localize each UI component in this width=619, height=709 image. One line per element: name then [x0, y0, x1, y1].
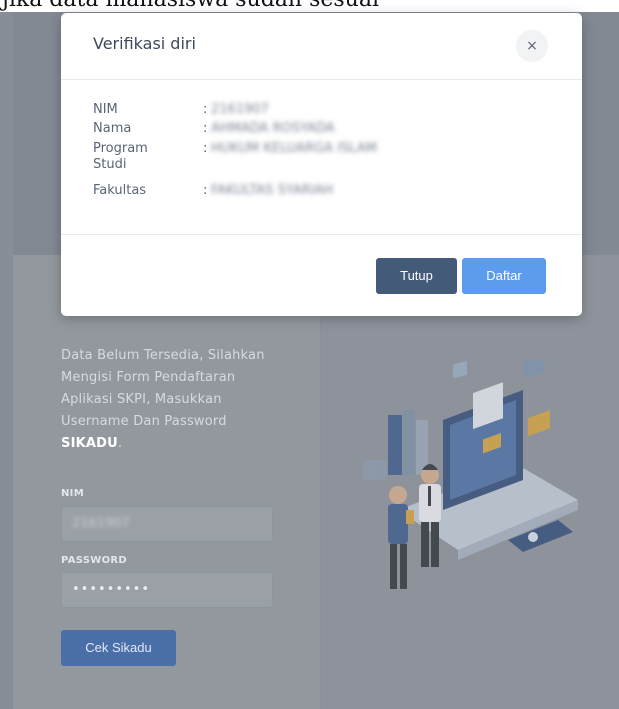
caption-fragment: jika data mahasiswa sudah sesuai [2, 0, 379, 12]
cek-sikadu-button[interactable]: Cek Sikadu [61, 630, 176, 666]
info-text-end: . [117, 436, 123, 451]
nim-label: NIM [61, 488, 84, 499]
detail-label: Program Studi [93, 141, 148, 172]
screen: jika data mahasiswa sudah sesuai Data Be… [0, 0, 619, 709]
info-text-emphasis: SIKADU [61, 436, 118, 451]
caption-strip: jika data mahasiswa sudah sesuai [0, 0, 619, 12]
detail-label: Nama [93, 121, 132, 136]
modal-header: Verifikasi diri × [61, 13, 582, 80]
login-info-text: Data Belum Tersedia, Silahkan Mengisi Fo… [61, 345, 286, 455]
password-label: PASSWORD [61, 555, 128, 566]
password-input-value: ••••••••• [72, 582, 151, 597]
detail-separator: : [203, 102, 208, 117]
detail-value: FAKULTAS SYARIAH [211, 183, 334, 198]
modal-footer-divider [61, 234, 582, 235]
detail-value: AHMADA ROSYADA [211, 121, 335, 136]
detail-separator: : [203, 121, 208, 136]
detail-label: Fakultas [93, 183, 147, 198]
nim-input-value: 2161907 [72, 516, 130, 531]
detail-label: NIM [93, 102, 118, 117]
tutup-button[interactable]: Tutup [376, 258, 457, 294]
verification-modal: Verifikasi diri × NIM : 2161907 Nama : A… [61, 13, 582, 316]
detail-value: HUKUM KELUARGA ISLAM [211, 141, 377, 156]
daftar-button[interactable]: Daftar [462, 258, 546, 294]
business-handshake-illustration [363, 360, 578, 589]
modal-title: Verifikasi diri [93, 34, 196, 53]
detail-separator: : [203, 183, 208, 198]
detail-value: 2161907 [211, 102, 269, 117]
nim-input[interactable]: 2161907 [61, 506, 273, 542]
password-input[interactable]: ••••••••• [61, 572, 273, 608]
close-icon[interactable]: × [516, 30, 548, 62]
detail-separator: : [203, 141, 208, 156]
info-text-main: Data Belum Tersedia, Silahkan Mengisi Fo… [61, 348, 265, 429]
